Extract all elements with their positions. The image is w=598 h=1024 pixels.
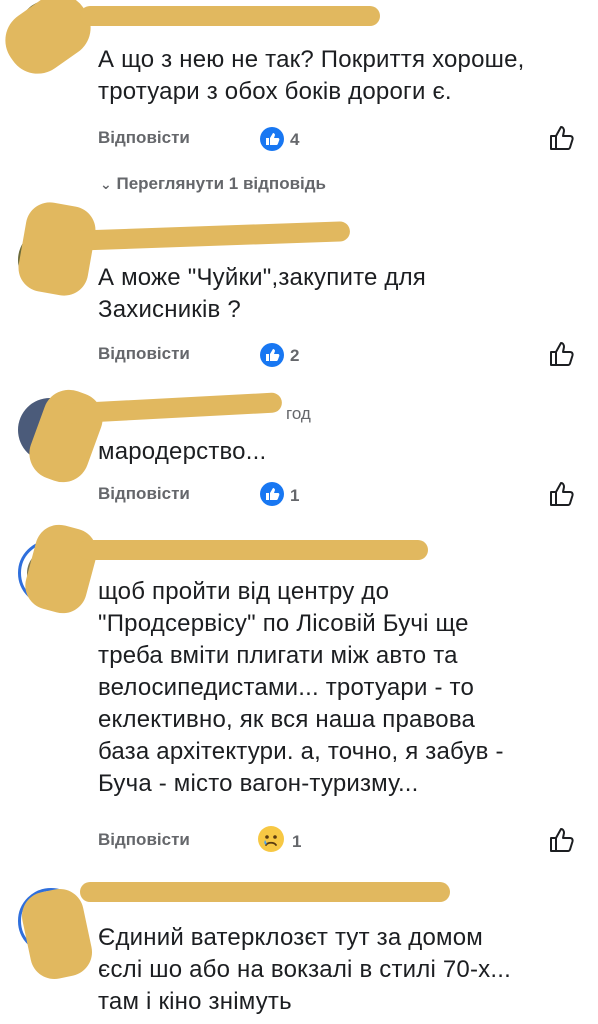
comment-text: А що з нею не так? Покриття хороше, трот… (98, 46, 525, 105)
comment-text: щоб пройти від центру до "Продсервісу" п… (98, 578, 504, 797)
comment-text: мародерство... (98, 438, 267, 465)
like-reaction-icon[interactable] (260, 343, 284, 367)
comment-text: А може "Чуйки",закупите для Захисників ? (98, 264, 427, 323)
comment-text: Єдиний ватерклозєт тут за домом єслі шо … (98, 924, 511, 1015)
thumbs-up-icon[interactable] (548, 124, 576, 152)
reaction-count: 2 (290, 346, 300, 365)
reply-button[interactable]: Відповісти (98, 128, 190, 148)
thumbs-up-icon[interactable] (548, 826, 576, 854)
view-replies-button[interactable]: ⌄ Переглянути 1 відповідь (100, 174, 326, 194)
redaction-mark (80, 6, 380, 26)
sad-reaction-icon[interactable] (258, 826, 284, 852)
thumbs-up-icon[interactable] (548, 340, 576, 368)
timestamp: год (286, 404, 311, 423)
redaction-mark (80, 882, 450, 902)
reaction-count: 1 (292, 832, 302, 851)
reaction-count: 4 (290, 130, 300, 149)
redaction-mark (22, 382, 110, 490)
like-reaction-icon[interactable] (260, 482, 284, 506)
view-replies-label: Переглянути 1 відповідь (116, 174, 326, 193)
redaction-mark (69, 221, 351, 251)
reply-button[interactable]: Відповісти (98, 830, 190, 850)
chevron-down-icon: ⌄ (100, 176, 112, 192)
thumbs-up-icon[interactable] (548, 480, 576, 508)
redaction-mark (78, 540, 428, 560)
reaction-count: 1 (290, 486, 300, 505)
redaction-mark (61, 392, 283, 424)
redaction-mark (19, 519, 103, 619)
reply-button[interactable]: Відповісти (98, 344, 190, 364)
like-reaction-icon[interactable] (260, 127, 284, 151)
reply-button[interactable]: Відповісти (98, 484, 190, 504)
